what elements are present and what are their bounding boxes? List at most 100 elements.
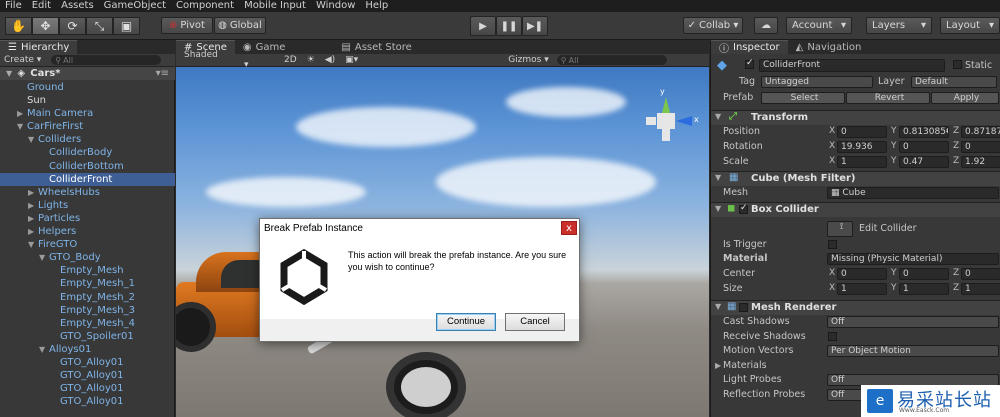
- hierarchy-item[interactable]: ▼ GTO_Body: [0, 251, 175, 264]
- audio-icon[interactable]: ◀): [325, 55, 335, 65]
- hierarchy-item[interactable]: ColliderFront: [0, 172, 175, 186]
- account-dropdown[interactable]: Account ▾: [786, 17, 852, 34]
- gizmos-dropdown[interactable]: Gizmos ▾: [508, 55, 549, 65]
- continue-button[interactable]: Continue: [436, 313, 496, 331]
- material-field[interactable]: Missing (Physic Material): [827, 253, 999, 265]
- hierarchy-item[interactable]: ▼ FireGTO: [0, 238, 175, 251]
- hierarchy-item[interactable]: GTO_Alloy01: [0, 382, 175, 395]
- layout-dropdown[interactable]: Layout ▾: [940, 17, 1000, 34]
- cloud-icon[interactable]: ☁: [754, 17, 778, 34]
- prefab-revert-button[interactable]: Revert: [846, 92, 930, 104]
- receive-shadows-checkbox[interactable]: [828, 332, 837, 341]
- step-button[interactable]: ▶❚: [522, 16, 548, 36]
- effects-icon[interactable]: ▣▾: [345, 55, 358, 65]
- lighting-icon[interactable]: ☀: [307, 55, 315, 65]
- rotation-z-field[interactable]: 0: [961, 141, 1000, 153]
- expand-arrow-icon[interactable]: ▶: [28, 225, 38, 238]
- object-name-field[interactable]: ColliderFront: [759, 59, 945, 72]
- hierarchy-item[interactable]: Empty_Mesh_1: [0, 277, 175, 290]
- rotation-x-field[interactable]: 19.936: [837, 141, 887, 153]
- menu-item[interactable]: GameObject: [99, 0, 171, 12]
- center-y-field[interactable]: 0: [899, 268, 949, 280]
- create-dropdown[interactable]: Create ▾: [4, 55, 41, 65]
- materials-row[interactable]: ▶ Materials: [711, 359, 1000, 373]
- expand-arrow-icon[interactable]: ▼: [39, 343, 49, 356]
- expand-arrow-icon[interactable]: ▼: [17, 120, 27, 133]
- hierarchy-item[interactable]: GTO_Alloy01: [0, 369, 175, 382]
- hierarchy-item[interactable]: Sun: [0, 94, 175, 107]
- scene-gizmo[interactable]: y x: [646, 87, 699, 153]
- mesh-renderer-enabled-checkbox[interactable]: [739, 303, 748, 312]
- hierarchy-item[interactable]: GTO_Alloy01: [0, 356, 175, 369]
- size-x-field[interactable]: 1: [837, 283, 887, 295]
- global-toggle[interactable]: ◍ Global: [214, 17, 266, 34]
- hierarchy-item[interactable]: ▶ WheelsHubs: [0, 186, 175, 199]
- hierarchy-item[interactable]: ▶ Particles: [0, 212, 175, 225]
- hierarchy-item[interactable]: ▶ Helpers: [0, 225, 175, 238]
- hierarchy-item[interactable]: ColliderBody: [0, 146, 175, 159]
- box-collider-enabled-checkbox[interactable]: [739, 203, 748, 214]
- expand-arrow-icon[interactable]: ▼: [28, 238, 38, 251]
- z-axis-cone[interactable]: [676, 116, 692, 126]
- hand-tool-icon[interactable]: ✋: [5, 17, 32, 35]
- scene-menu-icon[interactable]: ▾≡: [156, 67, 169, 80]
- position-x-field[interactable]: 0: [837, 126, 887, 138]
- hierarchy-item[interactable]: ▶ Lights: [0, 199, 175, 212]
- collab-dropdown[interactable]: ✓ Collab ▾: [683, 17, 743, 34]
- layer-dropdown[interactable]: Default: [911, 76, 997, 88]
- rotation-y-field[interactable]: 0: [899, 141, 949, 153]
- edit-collider-icon[interactable]: ⟟: [827, 221, 853, 237]
- hierarchy-item[interactable]: GTO_Spoiler01: [0, 330, 175, 343]
- hierarchy-item[interactable]: Empty_Mesh_4: [0, 317, 175, 330]
- tab-asset-store[interactable]: ▤ Asset Store: [333, 40, 419, 54]
- scale-z-field[interactable]: 1.92: [961, 156, 1000, 168]
- center-z-field[interactable]: 0: [961, 268, 1000, 280]
- scale-y-field[interactable]: 0.47: [899, 156, 949, 168]
- scale-tool-icon[interactable]: ⤡: [86, 17, 113, 35]
- tab-navigation[interactable]: ◭ Navigation: [788, 40, 870, 54]
- pivot-toggle[interactable]: ⊕ Pivot: [161, 17, 213, 34]
- prefab-select-button[interactable]: Select: [761, 92, 845, 104]
- hierarchy-item[interactable]: ▼ CarFireFirst: [0, 120, 175, 133]
- active-checkbox[interactable]: [745, 58, 754, 69]
- center-x-field[interactable]: 0: [837, 268, 887, 280]
- scale-x-field[interactable]: 1: [837, 156, 887, 168]
- menu-item[interactable]: Mobile Input: [239, 0, 311, 12]
- hierarchy-item[interactable]: ▼ Alloys01: [0, 343, 175, 356]
- mesh-object-field[interactable]: ▦ Cube: [827, 187, 999, 199]
- rotate-tool-icon[interactable]: ⟳: [59, 17, 86, 35]
- menu-item[interactable]: Window: [311, 0, 360, 12]
- box-collider-header[interactable]: ▼ ◼ Box Collider: [711, 202, 1000, 217]
- is-trigger-checkbox[interactable]: [828, 240, 837, 249]
- static-checkbox[interactable]: [953, 60, 962, 69]
- expand-arrow-icon[interactable]: ▼: [28, 133, 38, 146]
- menu-item[interactable]: File: [0, 0, 27, 12]
- size-y-field[interactable]: 1: [899, 283, 949, 295]
- layers-dropdown[interactable]: Layers ▾: [866, 17, 932, 34]
- expand-arrow-icon[interactable]: ▶: [28, 186, 38, 199]
- cast-shadows-dropdown[interactable]: Off: [827, 316, 999, 328]
- prefab-apply-button[interactable]: Apply: [931, 92, 999, 104]
- expand-arrow-icon[interactable]: ▼: [39, 251, 49, 264]
- menu-item[interactable]: Assets: [56, 0, 99, 12]
- menu-item[interactable]: Component: [171, 0, 239, 12]
- expand-arrow-icon[interactable]: ▶: [28, 199, 38, 212]
- scene-root-row[interactable]: ▼ ◈ Cars* ▾≡: [0, 67, 175, 80]
- rect-tool-icon[interactable]: ▣: [113, 17, 140, 35]
- mode-2d-toggle[interactable]: 2D: [284, 55, 297, 65]
- mesh-filter-header[interactable]: ▼ ▦ Cube (Mesh Filter): [711, 171, 1000, 186]
- y-axis-cone[interactable]: [662, 97, 670, 113]
- position-y-field[interactable]: 0.813085€: [899, 126, 949, 138]
- hierarchy-item[interactable]: ColliderBottom: [0, 160, 175, 173]
- hierarchy-search-input[interactable]: ⚲ All: [51, 55, 162, 65]
- hierarchy-item[interactable]: ▶ Main Camera: [0, 107, 175, 120]
- hierarchy-item[interactable]: ▼ Colliders: [0, 133, 175, 146]
- pause-button[interactable]: ❚❚: [496, 16, 522, 36]
- close-icon[interactable]: x: [561, 221, 577, 235]
- motion-vectors-dropdown[interactable]: Per Object Motion: [827, 345, 999, 357]
- scene-search-input[interactable]: ⚲ All: [556, 55, 667, 65]
- expand-arrow-icon[interactable]: ▶: [17, 107, 27, 120]
- neg-y-cone[interactable]: [662, 129, 670, 141]
- hierarchy-item[interactable]: GTO_Alloy01: [0, 395, 175, 408]
- cancel-button[interactable]: Cancel: [505, 313, 565, 331]
